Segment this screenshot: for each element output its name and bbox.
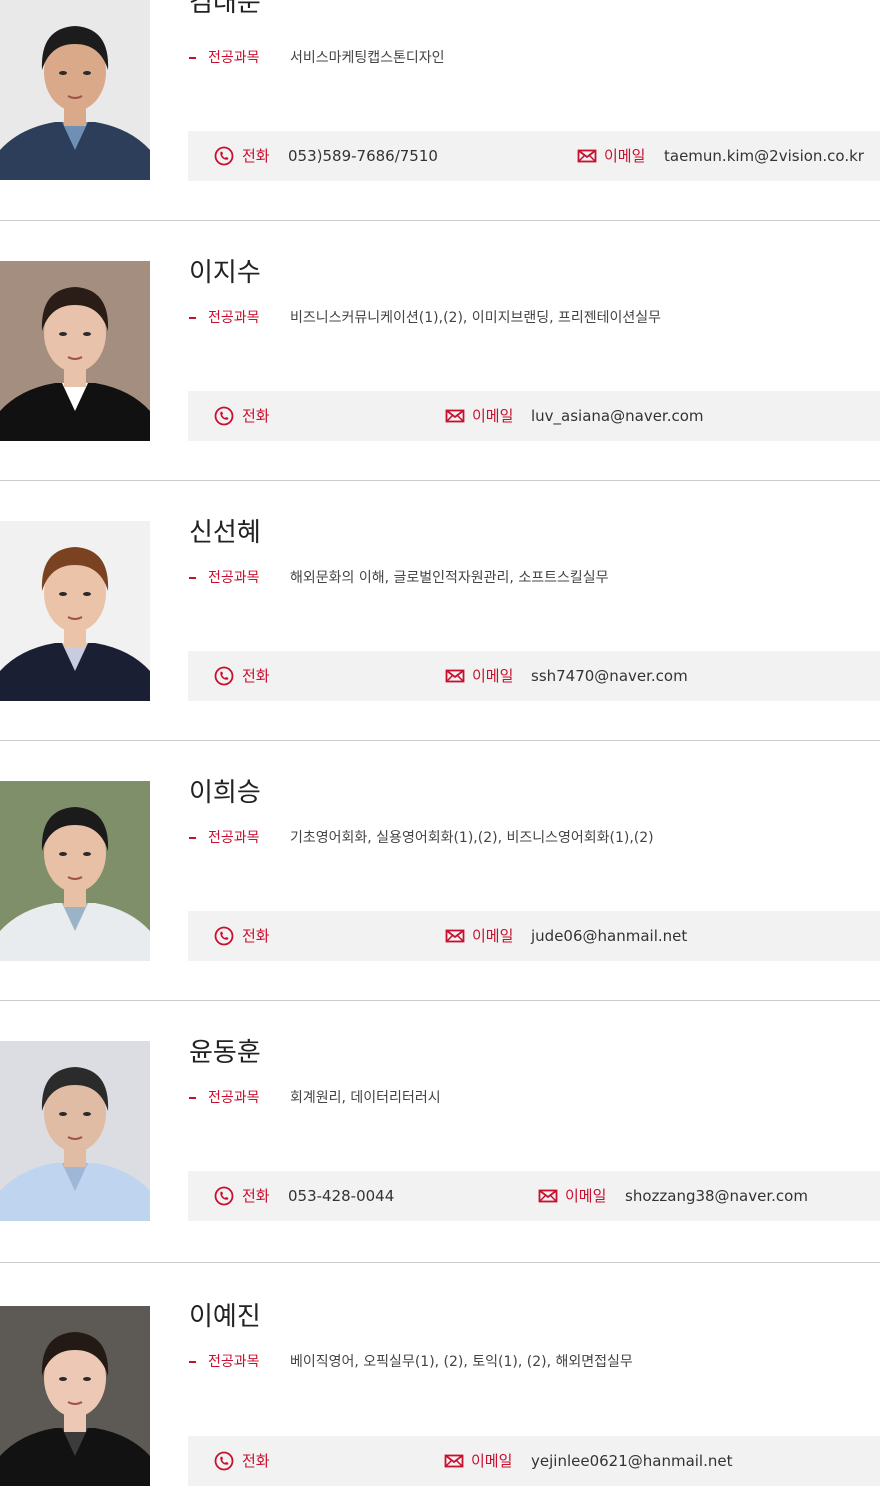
email-label: 이메일 [472, 667, 514, 685]
faculty-name: 윤동훈 [189, 1038, 261, 1068]
phone-label: 전화 [242, 407, 270, 425]
faculty-name: 이지수 [189, 258, 261, 288]
faculty-name: 김태문 [189, 0, 261, 18]
contact-bar: 전화 053-428-0044 이메일 shozzang38@naver.com [188, 1171, 880, 1221]
phone-number[interactable]: 053)589-7686/7510 [288, 146, 438, 166]
major-label: 전공과목 [208, 50, 260, 66]
email-address[interactable]: yejinlee0621@hanmail.net [531, 1451, 732, 1471]
faculty-name: 신선혜 [189, 518, 261, 548]
contact-bar: 전화 이메일 luv_asiana@naver.com [188, 391, 880, 441]
mail-icon [538, 1186, 558, 1210]
divider [0, 1000, 880, 1001]
major-label: 전공과목 [208, 310, 260, 326]
email-address[interactable]: ssh7470@naver.com [531, 666, 688, 686]
phone-icon [214, 926, 234, 950]
major-label: 전공과목 [208, 1090, 260, 1106]
mail-icon [444, 1451, 464, 1475]
email-label: 이메일 [604, 147, 646, 165]
profile-photo [0, 261, 150, 441]
contact-bar: 전화 이메일 ssh7470@naver.com [188, 651, 880, 701]
phone-label: 전화 [242, 1452, 270, 1470]
major-courses: 기초영어회화, 실용영어회화(1),(2), 비즈니스영어회화(1),(2) [290, 830, 654, 846]
major-courses: 서비스마케팅캡스톤디자인 [290, 50, 445, 66]
dash-bullet-icon [189, 577, 196, 579]
email-address[interactable]: jude06@hanmail.net [531, 926, 687, 946]
major-courses: 회계원리, 데이터리터러시 [290, 1090, 441, 1106]
mail-icon [577, 146, 597, 170]
major-label: 전공과목 [208, 830, 260, 846]
divider [0, 220, 880, 221]
mail-icon [445, 406, 465, 430]
major-courses: 베이직영어, 오픽실무(1), (2), 토익(1), (2), 해외면접실무 [290, 1354, 633, 1370]
phone-icon [214, 1451, 234, 1475]
email-address[interactable]: luv_asiana@naver.com [531, 406, 704, 426]
mail-icon [445, 666, 465, 690]
phone-label: 전화 [242, 147, 270, 165]
profile-photo [0, 781, 150, 961]
email-label: 이메일 [471, 1452, 513, 1470]
phone-icon [214, 146, 234, 170]
dash-bullet-icon [189, 317, 196, 319]
contact-bar: 전화 이메일 yejinlee0621@hanmail.net [188, 1436, 880, 1486]
email-label: 이메일 [472, 927, 514, 945]
dash-bullet-icon [189, 1097, 196, 1099]
major-courses: 해외문화의 이해, 글로벌인적자원관리, 소프트스킬실무 [290, 570, 609, 586]
email-label: 이메일 [472, 407, 514, 425]
dash-bullet-icon [189, 57, 196, 59]
contact-bar: 전화 053)589-7686/7510 이메일 taemun.kim@2vis… [188, 131, 880, 181]
phone-icon [214, 1186, 234, 1210]
profile-photo [0, 1306, 150, 1486]
email-address[interactable]: taemun.kim@2vision.co.kr [664, 146, 864, 166]
dash-bullet-icon [189, 1361, 196, 1363]
divider [0, 1262, 880, 1263]
profile-photo [0, 0, 150, 180]
dash-bullet-icon [189, 837, 196, 839]
phone-label: 전화 [242, 927, 270, 945]
phone-label: 전화 [242, 667, 270, 685]
email-label: 이메일 [565, 1187, 607, 1205]
email-address[interactable]: shozzang38@naver.com [625, 1186, 808, 1206]
phone-label: 전화 [242, 1187, 270, 1205]
faculty-name: 이희승 [189, 778, 261, 808]
divider [0, 740, 880, 741]
phone-number[interactable]: 053-428-0044 [288, 1186, 394, 1206]
mail-icon [445, 926, 465, 950]
major-label: 전공과목 [208, 1354, 260, 1370]
profile-photo [0, 1041, 150, 1221]
major-courses: 비즈니스커뮤니케이션(1),(2), 이미지브랜딩, 프리젠테이션실무 [290, 310, 662, 326]
major-label: 전공과목 [208, 570, 260, 586]
faculty-name: 이예진 [189, 1302, 261, 1332]
phone-icon [214, 666, 234, 690]
profile-photo [0, 521, 150, 701]
divider [0, 480, 880, 481]
contact-bar: 전화 이메일 jude06@hanmail.net [188, 911, 880, 961]
phone-icon [214, 406, 234, 430]
